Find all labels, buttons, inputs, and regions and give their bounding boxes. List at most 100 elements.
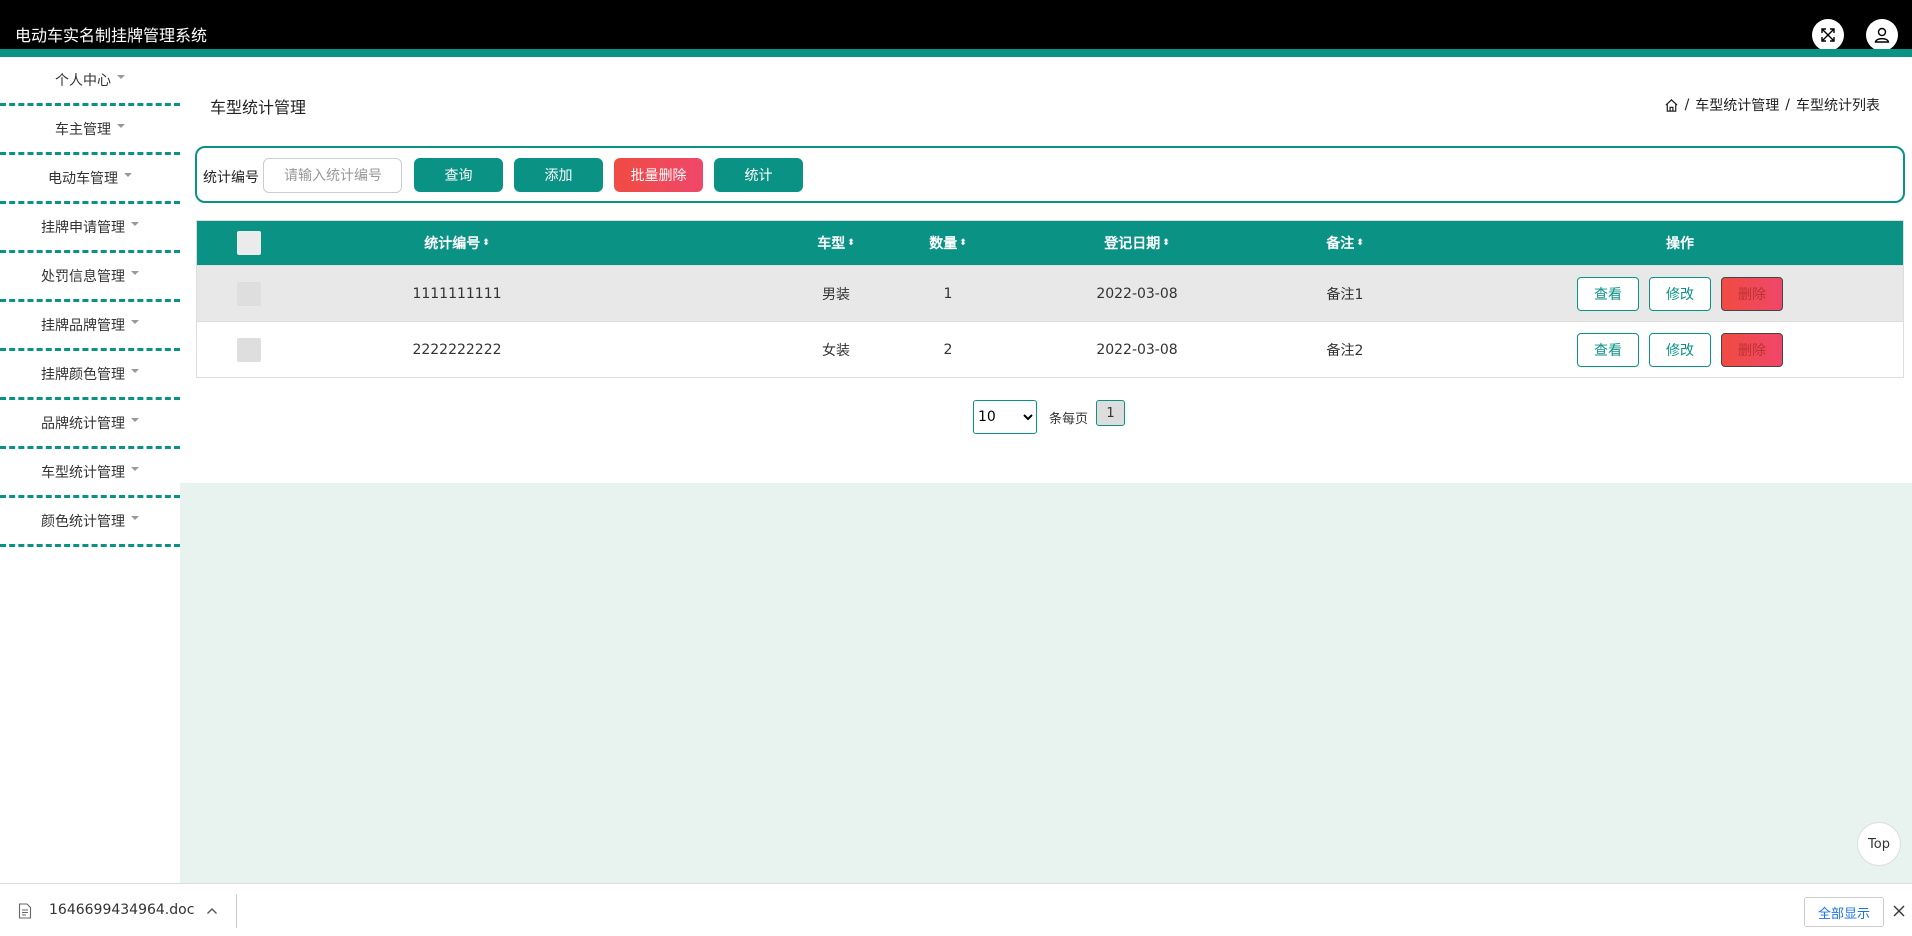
header-select-all-cell [197, 221, 301, 265]
batch-delete-button[interactable]: 批量删除 [614, 158, 703, 192]
sidebar-item-label: 处罚信息管理 [41, 269, 125, 285]
breadcrumb-separator: / [1785, 97, 1790, 113]
cell-count: 2 [943, 341, 953, 358]
header-accent-strip [0, 49, 1912, 57]
sidebar-item-penalty-info[interactable]: 处罚信息管理 [0, 253, 180, 302]
sidebar-item-label: 颜色统计管理 [41, 514, 125, 530]
top-header: 电动车实名制挂牌管理系统 [0, 0, 1912, 57]
sidebar-item-plate-color[interactable]: 挂牌颜色管理 [0, 351, 180, 400]
sort-icon: ⬍ [959, 237, 967, 248]
sidebar-item-color-stats[interactable]: 颜色统计管理 [0, 498, 180, 547]
search-label: 统计编号 [203, 170, 259, 186]
delete-button[interactable]: 删除 [1721, 276, 1783, 311]
cell-count: 1 [943, 285, 953, 302]
edit-button[interactable]: 修改 [1649, 276, 1711, 311]
table-row: 2222222222 女装 2 2022-03-08 备注2 查看 修改 删除 [197, 321, 1903, 377]
cell-code: 1111111111 [412, 285, 502, 302]
header-actions: 操作 [1530, 221, 1830, 265]
header-note-label: 备注 [1326, 236, 1355, 252]
header-code[interactable]: 统计编号 ⬍ [357, 221, 557, 265]
home-icon[interactable] [1664, 98, 1679, 113]
view-button[interactable]: 查看 [1577, 276, 1639, 311]
sort-icon: ⬍ [847, 237, 855, 248]
sidebar-item-plate-brand[interactable]: 挂牌品牌管理 [0, 302, 180, 351]
stats-code-search-input[interactable] [263, 158, 402, 193]
chevron-up-icon[interactable] [206, 906, 218, 916]
sidebar: 个人中心 车主管理 电动车管理 挂牌申请管理 处罚信息管理 挂牌品牌管理 挂牌颜… [0, 57, 180, 883]
cell-note: 备注2 [1326, 342, 1364, 359]
sidebar-item-plate-application[interactable]: 挂牌申请管理 [0, 204, 180, 253]
edit-button[interactable]: 修改 [1649, 332, 1711, 367]
app-title: 电动车实名制挂牌管理系统 [15, 26, 208, 45]
sidebar-item-label: 挂牌品牌管理 [41, 318, 125, 334]
model-stats-table: 统计编号 ⬍ 车型 ⬍ 数量 ⬍ 登记日期 ⬍ 备注 ⬍ 操作 1111111111 男装… [196, 220, 1904, 378]
stats-button[interactable]: 统计 [714, 158, 803, 192]
cell-note: 备注1 [1326, 286, 1364, 303]
fullscreen-button[interactable] [1812, 19, 1844, 51]
header-type-label: 车型 [817, 236, 846, 252]
header-code-label: 统计编号 [424, 236, 481, 252]
page-number-button[interactable]: 1 [1096, 400, 1126, 426]
row-checkbox[interactable] [237, 281, 261, 306]
per-page-label: 条每页 [1049, 411, 1089, 427]
sidebar-item-owner-management[interactable]: 车主管理 [0, 106, 180, 155]
select-all-checkbox[interactable] [237, 231, 261, 255]
caret-down-icon [131, 369, 139, 373]
sidebar-item-ebike-management[interactable]: 电动车管理 [0, 155, 180, 204]
sort-icon: ⬍ [482, 237, 490, 248]
download-file-name[interactable]: 1646699434964.doc [49, 902, 194, 918]
caret-down-icon [131, 516, 139, 520]
header-count-label: 数量 [929, 236, 958, 252]
user-menu-button[interactable] [1866, 19, 1898, 51]
cell-date: 2022-03-08 [1096, 285, 1178, 302]
download-bar: 1646699434964.doc 全部显示 [0, 883, 1912, 936]
caret-down-icon [117, 124, 125, 128]
sidebar-item-label: 品牌统计管理 [41, 416, 125, 432]
fullscreen-icon [1821, 28, 1835, 42]
breadcrumb: / 车型统计管理 / 车型统计列表 [1664, 95, 1880, 115]
page-size-select[interactable]: 10 [973, 400, 1037, 434]
view-button[interactable]: 查看 [1577, 332, 1639, 367]
caret-down-icon [131, 271, 139, 275]
breadcrumb-item-model-stats[interactable]: 车型统计管理 [1695, 95, 1779, 115]
table-header-row: 统计编号 ⬍ 车型 ⬍ 数量 ⬍ 登记日期 ⬍ 备注 ⬍ 操作 [197, 221, 1903, 265]
sidebar-item-personal-center[interactable]: 个人中心 [0, 57, 180, 106]
sort-icon: ⬍ [1162, 237, 1170, 248]
document-file-icon [18, 903, 32, 919]
cell-date: 2022-03-08 [1096, 341, 1178, 358]
sort-icon: ⬍ [1356, 237, 1364, 248]
query-button[interactable]: 查询 [414, 158, 503, 192]
cell-actions: 查看 修改 删除 [1530, 322, 1830, 377]
caret-down-icon [117, 75, 125, 79]
sidebar-item-label: 挂牌颜色管理 [41, 367, 125, 383]
header-count[interactable]: 数量 ⬍ [882, 221, 1014, 265]
header-note[interactable]: 备注 ⬍ [1245, 221, 1445, 265]
sidebar-item-label: 个人中心 [55, 73, 111, 89]
delete-button[interactable]: 删除 [1721, 332, 1783, 367]
cell-code: 2222222222 [412, 341, 502, 358]
sidebar-item-label: 车型统计管理 [41, 465, 125, 481]
row-checkbox[interactable] [237, 337, 261, 362]
add-button[interactable]: 添加 [514, 158, 603, 192]
header-actions-label: 操作 [1666, 236, 1694, 252]
pagination: 10 条每页 1 [973, 400, 1126, 434]
caret-down-icon [131, 222, 139, 226]
header-date[interactable]: 登记日期 ⬍ [1037, 221, 1237, 265]
breadcrumb-item-model-stats-list: 车型统计列表 [1796, 98, 1880, 114]
caret-down-icon [131, 418, 139, 422]
sidebar-item-label: 挂牌申请管理 [41, 220, 125, 236]
row-select-cell [197, 322, 301, 377]
search-toolbar: 统计编号 查询 添加 批量删除 统计 [195, 146, 1905, 203]
show-all-downloads-button[interactable]: 全部显示 [1804, 897, 1884, 927]
download-bar-divider [236, 894, 237, 928]
back-to-top-button[interactable]: Top [1857, 822, 1901, 866]
sidebar-item-model-stats[interactable]: 车型统计管理 [0, 449, 180, 498]
close-icon[interactable] [1892, 904, 1906, 918]
cell-actions: 查看 修改 删除 [1530, 266, 1830, 321]
caret-down-icon [131, 320, 139, 324]
user-icon [1874, 27, 1890, 43]
sidebar-item-brand-stats[interactable]: 品牌统计管理 [0, 400, 180, 449]
sidebar-item-label: 车主管理 [55, 122, 111, 138]
row-select-cell [197, 266, 301, 321]
header-date-label: 登记日期 [1104, 236, 1161, 252]
